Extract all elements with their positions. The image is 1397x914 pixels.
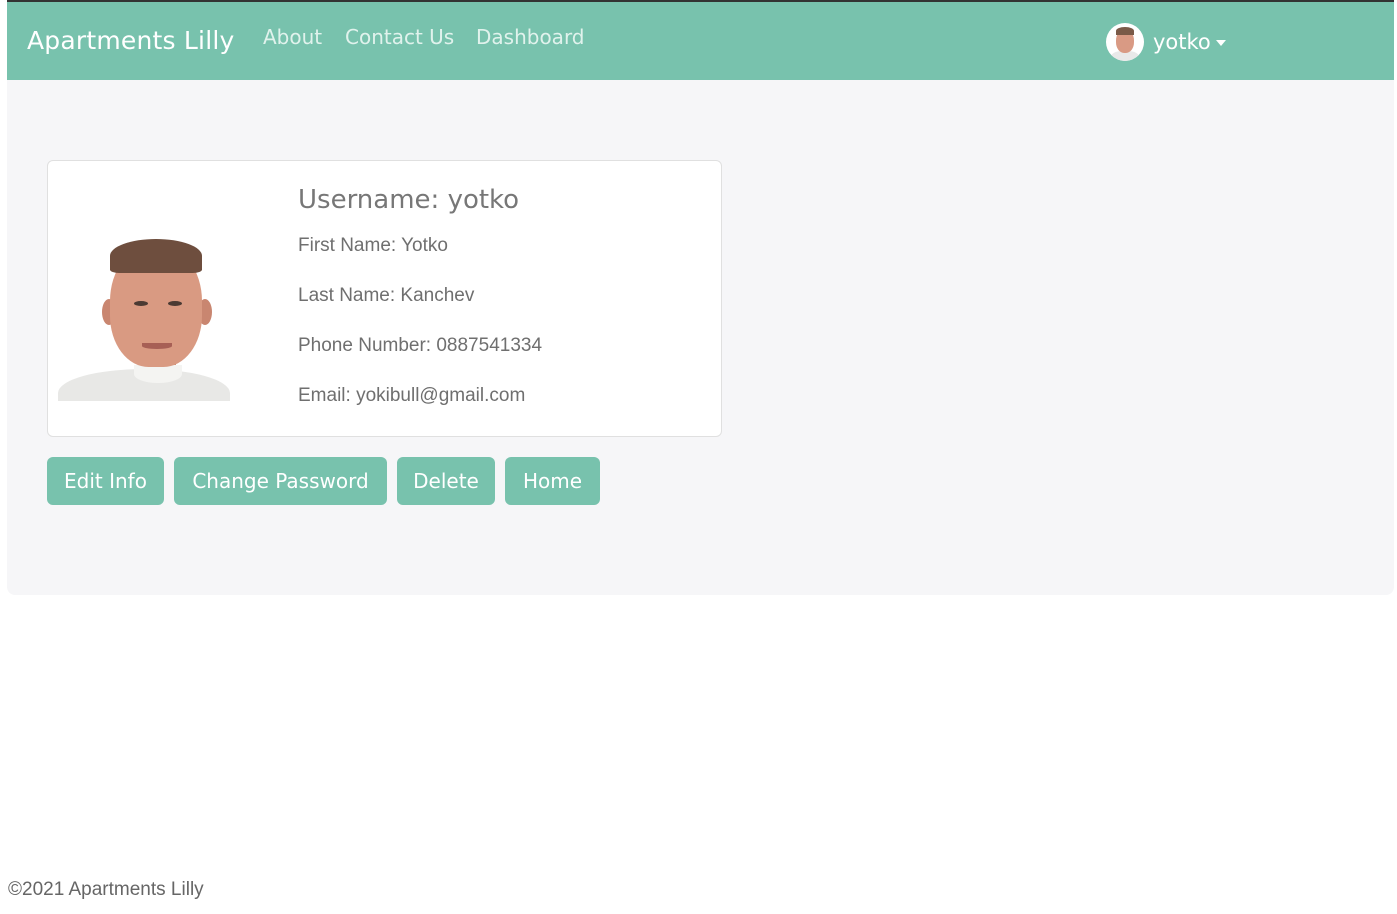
nav-link-contact-us[interactable]: Contact Us <box>345 25 454 49</box>
nav-link-dashboard[interactable]: Dashboard <box>476 25 585 49</box>
profile-card: Username: yotko First Name: Yotko Last N… <box>47 160 722 437</box>
profile-email: Email: yokibull@gmail.com <box>298 385 526 406</box>
user-name: yotko <box>1153 30 1211 54</box>
nav-link-about[interactable]: About <box>263 25 322 49</box>
profile-last-name: Last Name: Kanchev <box>298 285 475 306</box>
navbar: Apartments Lilly About Contact Us Dashbo… <box>7 2 1394 80</box>
profile-container: Username: yotko First Name: Yotko Last N… <box>7 80 1394 595</box>
profile-photo <box>58 239 230 401</box>
change-password-button[interactable]: Change Password <box>174 457 387 505</box>
brand-link[interactable]: Apartments Lilly <box>27 26 235 55</box>
profile-phone-number: Phone Number: 0887541334 <box>298 335 543 356</box>
user-menu-dropdown[interactable]: yotko <box>1106 22 1226 62</box>
profile-username: Username: yotko <box>298 185 520 215</box>
profile-first-name: First Name: Yotko <box>298 235 448 256</box>
home-button[interactable]: Home <box>505 457 600 505</box>
footer-copyright: ©2021 Apartments Lilly <box>8 879 204 900</box>
profile-info: Username: yotko First Name: Yotko Last N… <box>298 185 542 406</box>
caret-down-icon <box>1215 40 1226 46</box>
user-avatar-icon <box>1106 23 1144 61</box>
delete-button[interactable]: Delete <box>397 457 495 505</box>
edit-info-button[interactable]: Edit Info <box>47 457 164 505</box>
